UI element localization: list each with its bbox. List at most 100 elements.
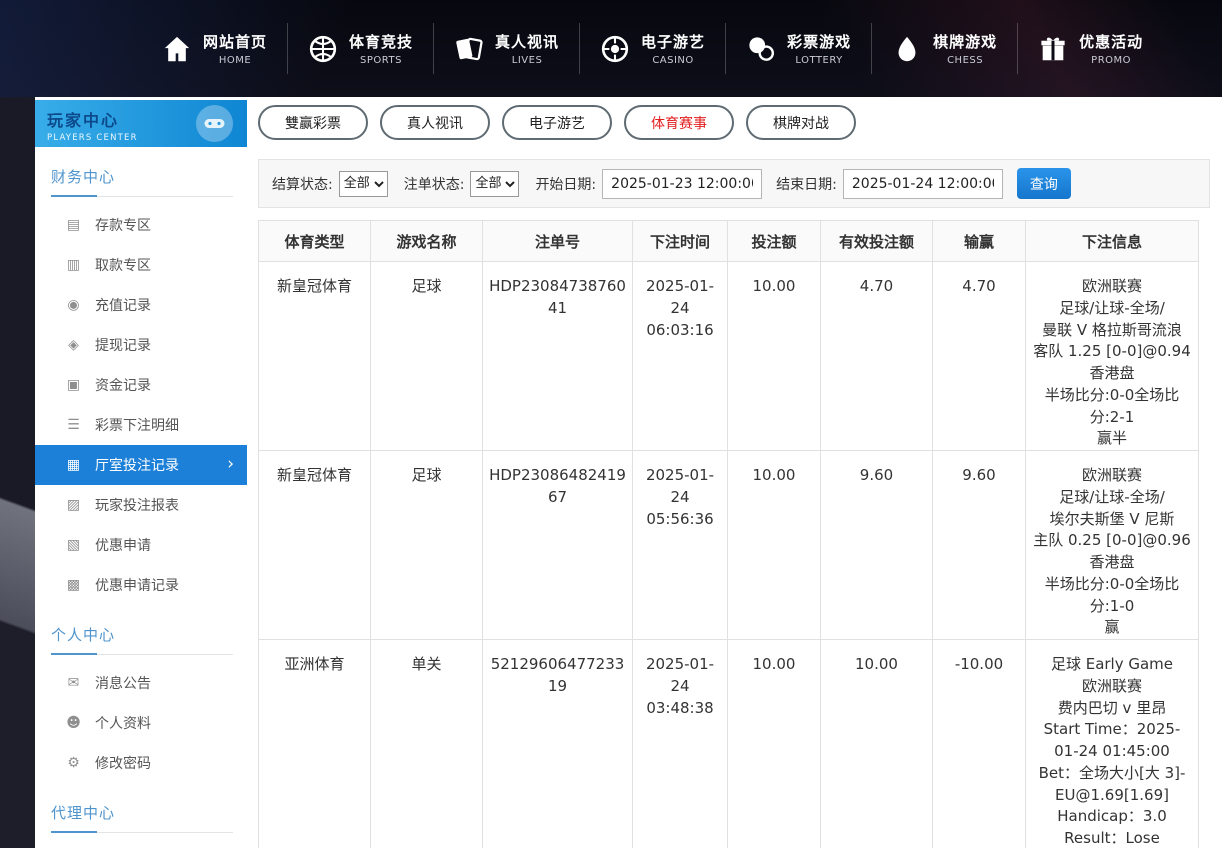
cell-valid-amount: 4.70 <box>821 262 933 451</box>
nav-zh-promo: 优惠活动 <box>1079 31 1143 52</box>
end-date-label: 结束日期: <box>776 174 837 194</box>
cell-sport-type: 亚洲体育 <box>259 640 371 848</box>
nav-label-chess: 棋牌游戏 CHESS <box>933 31 997 66</box>
nav-item-casino[interactable]: 电子游艺 CASINO <box>579 23 725 74</box>
cell-bet-time: 2025-01-24 03:48:38 <box>633 640 728 848</box>
hall-bet-records-icon: ▦ <box>65 457 82 473</box>
tab-chess[interactable]: 棋牌对战 <box>746 105 856 140</box>
cell-win-loss: 4.70 <box>933 262 1026 451</box>
sidebar-item-deposit[interactable]: ▤ 存款专区 <box>35 205 247 245</box>
nav-label-home: 网站首页 HOME <box>203 31 267 66</box>
nav-label-lottery: 彩票游戏 LOTTERY <box>787 31 851 66</box>
settle-status-label: 结算状态: <box>272 174 333 194</box>
nav-item-lottery[interactable]: 彩票游戏 LOTTERY <box>725 23 871 74</box>
nav-en-casino: CASINO <box>641 55 705 66</box>
category-tabs: 雙赢彩票 真人视讯 电子游艺 体育赛事 棋牌对战 <box>258 97 1210 140</box>
lottery-icon <box>746 34 776 64</box>
player-center-header: 玩家中心 PLAYERS CENTER <box>35 100 247 147</box>
promo-apply-icon: ▧ <box>65 537 82 553</box>
sidebar-item-label: 取款专区 <box>95 255 151 275</box>
sidebar-item-label: 优惠申请 <box>95 535 151 555</box>
tab-casino[interactable]: 电子游艺 <box>502 105 612 140</box>
deposit-icon: ▤ <box>65 217 82 233</box>
cell-bet-info: 足球 Early Game 欧洲联赛 费内巴切 v 里昂 Start Time：… <box>1026 640 1199 848</box>
sidebar-item-player-bet-report[interactable]: ▨ 玩家投注报表 <box>35 485 247 525</box>
nav-zh-lottery: 彩票游戏 <box>787 31 851 52</box>
col-win-loss: 输赢 <box>933 221 1026 262</box>
nav-item-promo[interactable]: 优惠活动 PROMO <box>1017 23 1163 74</box>
tab-live[interactable]: 真人视讯 <box>380 105 490 140</box>
profile-icon: ☻ <box>65 715 82 731</box>
nav-label-lives: 真人视讯 LIVES <box>495 31 559 66</box>
finance-menu: ▤ 存款专区 ▥ 取款专区 ◉ 充值记录 ◈ 提现记录 ▣ 资金记录 ☰ 彩票下… <box>35 205 247 605</box>
nav-item-home[interactable]: 网站首页 HOME <box>142 23 287 74</box>
settle-status-select[interactable]: 全部 <box>339 171 388 197</box>
sidebar-section-agent: 代理中心 <box>51 783 233 833</box>
nav-item-sports[interactable]: 体育竞技 SPORTS <box>287 23 433 74</box>
cell-win-loss: 9.60 <box>933 451 1026 640</box>
sidebar-item-withdraw[interactable]: ▥ 取款专区 <box>35 245 247 285</box>
nav-en-lottery: LOTTERY <box>787 55 851 66</box>
nav-item-chess[interactable]: 棋牌游戏 CHESS <box>871 23 1017 74</box>
nav-zh-home: 网站首页 <box>203 31 267 52</box>
sidebar-item-label: 提现记录 <box>95 335 151 355</box>
cell-valid-amount: 10.00 <box>821 640 933 848</box>
cell-bet-id: 5212960647723319 <box>483 640 633 848</box>
col-game-name: 游戏名称 <box>371 221 483 262</box>
search-button[interactable]: 查询 <box>1017 168 1071 199</box>
sidebar-item-withdrawal-records[interactable]: ◈ 提现记录 <box>35 325 247 365</box>
promo-apply-records-icon: ▩ <box>65 577 82 593</box>
tab-sports[interactable]: 体育赛事 <box>624 105 734 140</box>
order-status-select[interactable]: 全部 <box>470 171 519 197</box>
cell-bet-amount: 10.00 <box>728 451 821 640</box>
col-bet-id: 注单号 <box>483 221 633 262</box>
nav-zh-lives: 真人视讯 <box>495 31 559 52</box>
sidebar-item-label: 修改密码 <box>95 753 151 773</box>
sidebar-item-promo-apply[interactable]: ▧ 优惠申请 <box>35 525 247 565</box>
sidebar-item-messages[interactable]: ✉ 消息公告 <box>35 663 247 703</box>
sidebar-item-label: 厅室投注记录 <box>95 455 179 475</box>
tab-lottery[interactable]: 雙赢彩票 <box>258 105 368 140</box>
cell-sport-type: 新皇冠体育 <box>259 262 371 451</box>
start-date-label: 开始日期: <box>535 174 596 194</box>
cell-bet-amount: 10.00 <box>728 640 821 848</box>
sidebar-item-agent-rules[interactable]: ❏ 代理规则说明 <box>35 841 247 848</box>
sidebar-item-recharge-records[interactable]: ◉ 充值记录 <box>35 285 247 325</box>
cell-bet-info: 欧洲联赛 足球/让球-全场/ 埃尔夫斯堡 V 尼斯 主队 0.25 [0-0]@… <box>1026 451 1199 640</box>
sidebar-item-funds-records[interactable]: ▣ 资金记录 <box>35 365 247 405</box>
lottery-bet-details-icon: ☰ <box>65 417 82 433</box>
nav-label-casino: 电子游艺 CASINO <box>641 31 705 66</box>
main-content: 雙赢彩票 真人视讯 电子游艺 体育赛事 棋牌对战 结算状态: 全部 注单状态: … <box>258 97 1210 848</box>
nav-label-sports: 体育竞技 SPORTS <box>349 31 413 66</box>
personal-menu: ✉ 消息公告 ☻ 个人资料 ⚙ 修改密码 <box>35 663 247 783</box>
nav-en-promo: PROMO <box>1079 55 1143 66</box>
nav-zh-chess: 棋牌游戏 <box>933 31 997 52</box>
sidebar-item-lottery-bet-details[interactable]: ☰ 彩票下注明细 <box>35 405 247 445</box>
sidebar-item-promo-apply-records[interactable]: ▩ 优惠申请记录 <box>35 565 247 605</box>
sidebar-item-label: 玩家投注报表 <box>95 495 179 515</box>
top-nav: 网站首页 HOME 体育竞技 SPORTS 真人视讯 LIVES <box>0 0 1222 97</box>
nav-en-home: HOME <box>203 55 267 66</box>
nav-en-chess: CHESS <box>933 55 997 66</box>
gamepad-icon <box>196 105 233 142</box>
sidebar-item-label: 资金记录 <box>95 375 151 395</box>
end-date-input[interactable] <box>843 169 1003 199</box>
sidebar-item-profile[interactable]: ☻ 个人资料 <box>35 703 247 743</box>
nav-zh-casino: 电子游艺 <box>641 31 705 52</box>
cell-game-name: 单关 <box>371 640 483 848</box>
sidebar-item-change-password[interactable]: ⚙ 修改密码 <box>35 743 247 783</box>
sidebar-item-label: 消息公告 <box>95 673 151 693</box>
table-row: 新皇冠体育 足球 HDP2308473876041 2025-01-24 06:… <box>259 262 1199 451</box>
nav-item-lives[interactable]: 真人视讯 LIVES <box>433 23 579 74</box>
sidebar-item-hall-bet-records[interactable]: ▦ 厅室投注记录 › <box>35 445 247 485</box>
sidebar-section-finance: 财务中心 <box>51 147 233 197</box>
start-date-input[interactable] <box>602 169 762 199</box>
sports-icon <box>308 34 338 64</box>
sidebar-section-personal: 个人中心 <box>51 605 233 655</box>
recharge-records-icon: ◉ <box>65 297 82 313</box>
cell-bet-info: 欧洲联赛 足球/让球-全场/ 曼联 V 格拉斯哥流浪 客队 1.25 [0-0]… <box>1026 262 1199 451</box>
message-icon: ✉ <box>65 675 82 691</box>
chevron-right-icon: › <box>227 454 234 474</box>
sidebar-item-label: 存款专区 <box>95 215 151 235</box>
bet-records-table: 体育类型 游戏名称 注单号 下注时间 投注额 有效投注额 输赢 下注信息 新皇冠… <box>258 220 1199 848</box>
